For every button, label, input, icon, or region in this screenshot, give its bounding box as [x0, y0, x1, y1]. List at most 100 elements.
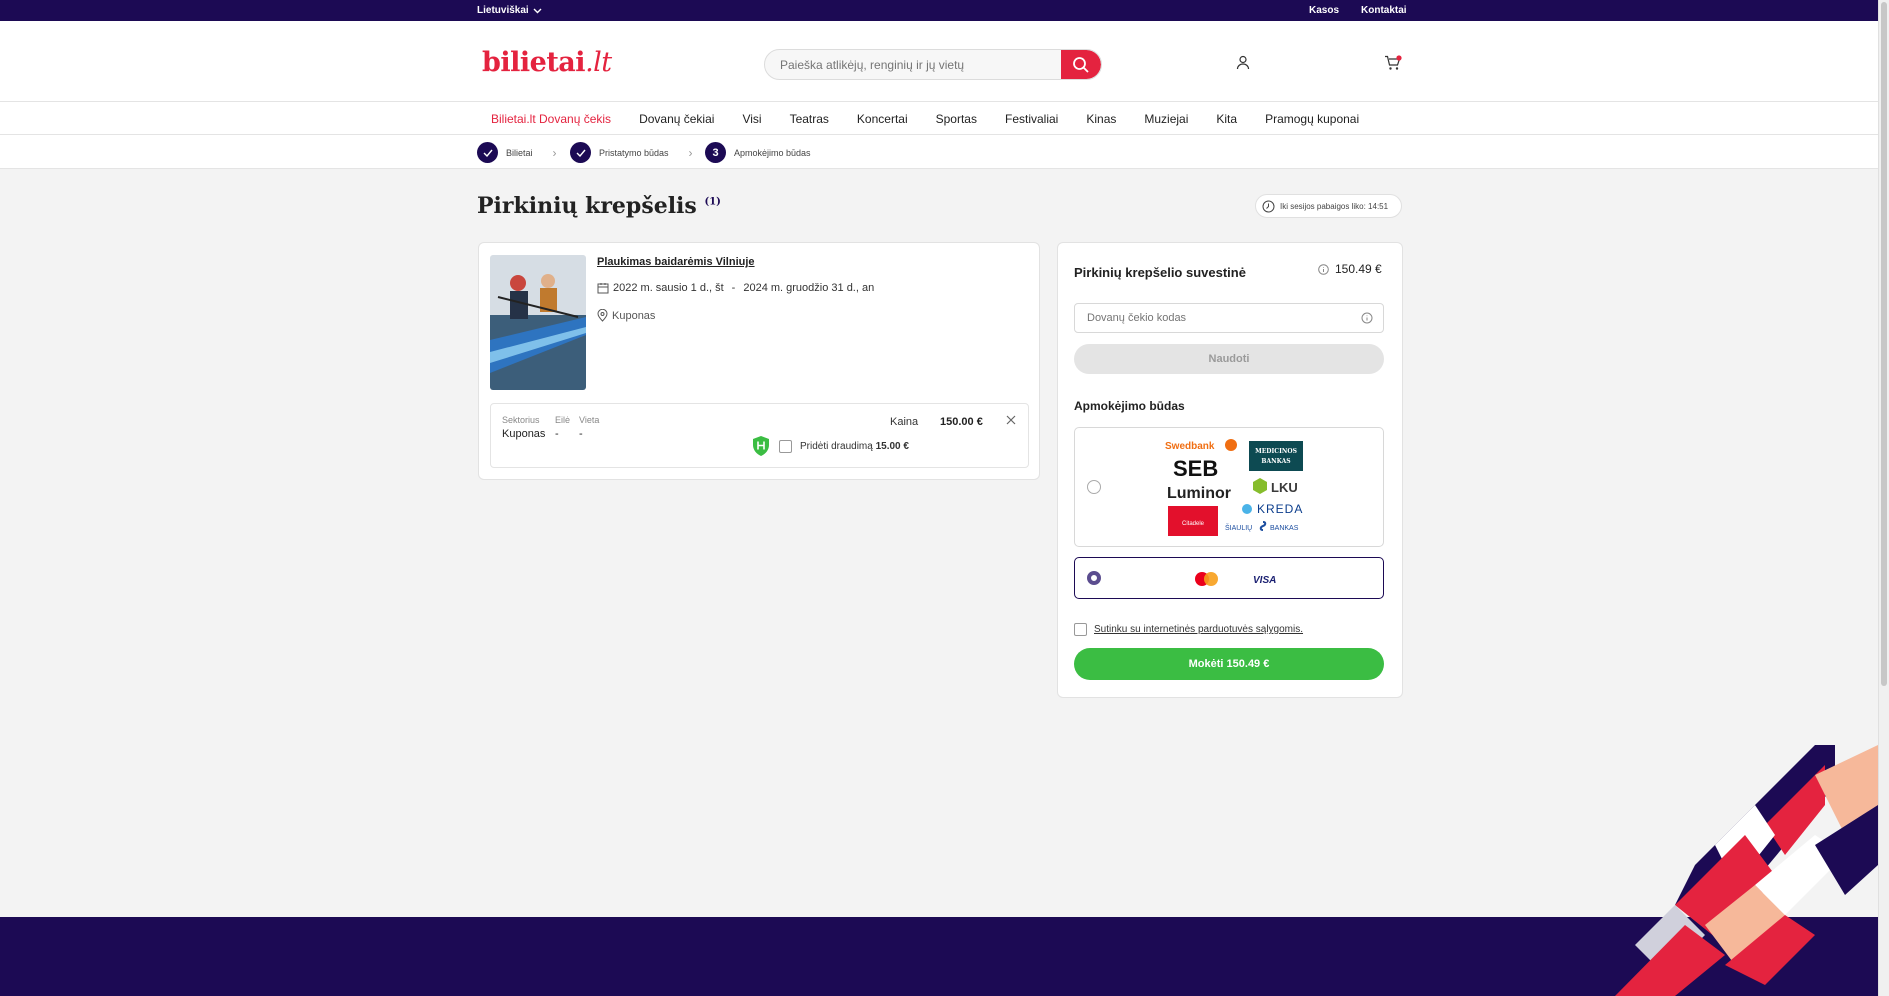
- page-title: Pirkinių krepšelis (1): [477, 193, 721, 219]
- seat-column: Vieta -: [579, 415, 599, 440]
- step-number: 3: [705, 142, 726, 163]
- info-icon[interactable]: [1318, 263, 1329, 275]
- step-tickets[interactable]: Bilietai ›: [477, 142, 557, 163]
- citadele-logo-text: Citadele: [1182, 521, 1205, 527]
- search-button[interactable]: [1061, 50, 1101, 79]
- event-location: Kuponas: [597, 309, 655, 322]
- user-account-button[interactable]: [1236, 55, 1250, 75]
- nav-item-other[interactable]: Kita: [1216, 112, 1237, 126]
- ticket-row: Sektorius Kuponas Eilė - Vieta - Kaina 1…: [490, 403, 1029, 468]
- nav-item-theatre[interactable]: Teatras: [790, 112, 829, 126]
- cart-button[interactable]: [1384, 55, 1402, 76]
- decorative-shapes: [1615, 745, 1878, 996]
- bank-logos: Swedbank SEB Luminor Citadele MEDICINOS …: [1165, 439, 1303, 536]
- kontaktai-link[interactable]: Kontaktai: [1361, 5, 1407, 16]
- payment-method-title: Apmokėjimo būdas: [1074, 399, 1185, 413]
- gift-code-input[interactable]: [1075, 304, 1345, 332]
- calendar-icon: [597, 283, 609, 294]
- insurance-price: 15.00 €: [875, 440, 909, 452]
- nav-item-festivals[interactable]: Festivaliai: [1005, 112, 1058, 126]
- close-icon: [1006, 415, 1016, 425]
- row-value: -: [555, 428, 559, 440]
- cart-item-card: Plaukimas baidarėmis Vilniuje 2022 m. sa…: [478, 242, 1040, 480]
- nav-item-gift-vouchers[interactable]: Dovanų čekiai: [639, 112, 714, 126]
- terms-checkbox[interactable]: [1074, 623, 1087, 636]
- sector-label: Sektorius: [502, 415, 540, 425]
- step-done-marker: [570, 142, 591, 163]
- seat-value: -: [579, 428, 583, 440]
- scrollbar-thumb[interactable]: [1881, 2, 1887, 686]
- event-location-text: Kuponas: [612, 309, 656, 322]
- event-date-separator: -: [731, 282, 736, 294]
- kayak-photo: [490, 255, 586, 390]
- summary-total-value: 150.49 €: [1335, 262, 1382, 276]
- row-column: Eilė -: [555, 415, 570, 440]
- site-logo[interactable]: bilietai.lt: [482, 47, 612, 78]
- medicinos-line2: BANKAS: [1261, 458, 1290, 465]
- terms-agreement[interactable]: Sutinku su internetinės parduotuvės sąly…: [1074, 623, 1303, 636]
- session-timer: Iki sesijos pabaigos liko: 14:51: [1255, 194, 1402, 218]
- event-date-to: 2024 m. gruodžio 31 d., an: [743, 282, 875, 294]
- siauliu-bankas-logo: BANKAS: [1270, 525, 1299, 532]
- nav-item-coupons[interactable]: Pramogų kuponai: [1265, 112, 1359, 126]
- search-icon: [1073, 56, 1089, 73]
- search-box: [764, 49, 1102, 80]
- logo-main: bilietai: [482, 47, 586, 78]
- event-date: 2022 m. sausio 1 d., št - 2024 m. gruodž…: [597, 282, 874, 294]
- luminor-logo: Luminor: [1167, 485, 1231, 502]
- check-icon: [483, 149, 493, 157]
- insurance-label-text: Pridėti draudimą: [800, 440, 873, 452]
- shield-icon: [753, 436, 769, 456]
- summary-total: 150.49 €: [1318, 262, 1382, 276]
- step-label: Bilietai: [506, 147, 533, 158]
- row-label: Eilė: [555, 415, 571, 425]
- site-footer: [0, 917, 1878, 996]
- price-value: 150.00 €: [940, 416, 983, 428]
- payment-option-banks[interactable]: Swedbank SEB Luminor Citadele MEDICINOS …: [1074, 427, 1384, 547]
- seat-label: Vieta: [579, 415, 600, 425]
- terms-link[interactable]: Sutinku su internetinės parduotuvės sąly…: [1094, 624, 1303, 635]
- medicinos-bankas-logo: [1249, 441, 1303, 471]
- medicinos-line1: MEDICINOS: [1255, 448, 1297, 455]
- kasos-link[interactable]: Kasos: [1309, 5, 1339, 16]
- search-input[interactable]: [765, 50, 1061, 79]
- language-selector[interactable]: Lietuviškai: [477, 5, 542, 16]
- step-label: Apmokėjimo būdas: [734, 147, 811, 158]
- step-delivery[interactable]: Pristatymo būdas ›: [570, 142, 693, 163]
- remove-item-button[interactable]: [1005, 413, 1019, 427]
- logo-tld: .lt: [585, 47, 612, 78]
- chevron-down-icon: [533, 8, 542, 13]
- check-icon: [576, 149, 586, 157]
- site-header: bilietai.lt: [0, 21, 1878, 102]
- session-timer-text: Iki sesijos pabaigos liko: 14:51: [1280, 201, 1389, 211]
- nav-item-gift-voucher-bilietai[interactable]: Bilietai.lt Dovanų čekis: [491, 112, 611, 126]
- top-links: Kasos Kontaktai: [1309, 5, 1407, 16]
- info-icon[interactable]: [1361, 312, 1373, 324]
- payment-option-cards[interactable]: VISA: [1074, 557, 1384, 599]
- pay-button[interactable]: Mokėti 150.49 €: [1074, 648, 1384, 680]
- insurance-option[interactable]: Pridėti draudimą 15.00 €: [751, 435, 909, 457]
- gift-code-field: [1074, 303, 1384, 333]
- event-date-from: 2022 m. sausio 1 d., št: [613, 282, 724, 294]
- nav-item-museums[interactable]: Muziejai: [1144, 112, 1188, 126]
- checkout-steps: Bilietai › Pristatymo būdas › 3 Apmokėji…: [0, 135, 1878, 169]
- step-payment: 3 Apmokėjimo būdas: [705, 142, 811, 163]
- swedbank-logo: Swedbank: [1165, 441, 1215, 452]
- nav-item-cinema[interactable]: Kinas: [1086, 112, 1116, 126]
- visa-icon: VISA: [1253, 575, 1276, 586]
- lku-logo-mark: [1253, 478, 1267, 494]
- insurance-checkbox[interactable]: [779, 439, 792, 453]
- nav-item-concerts[interactable]: Koncertai: [857, 112, 908, 126]
- main-navigation: Bilietai.lt Dovanų čekis Dovanų čekiai V…: [0, 102, 1878, 135]
- language-label: Lietuviškai: [477, 5, 529, 16]
- sector-column: Sektorius Kuponas: [502, 415, 545, 440]
- apply-gift-code-button[interactable]: Naudoti: [1074, 344, 1384, 374]
- sector-value: Kuponas: [502, 428, 546, 440]
- nav-item-sports[interactable]: Sportas: [936, 112, 977, 126]
- card-logos: VISA: [1195, 572, 1276, 586]
- event-title-link[interactable]: Plaukimas baidarėmis Vilniuje: [597, 256, 755, 268]
- page-scrollbar[interactable]: [1878, 0, 1889, 996]
- event-thumbnail[interactable]: [490, 255, 586, 390]
- insurance-label: Pridėti draudimą 15.00 €: [800, 441, 909, 452]
- nav-item-all[interactable]: Visi: [742, 112, 761, 126]
